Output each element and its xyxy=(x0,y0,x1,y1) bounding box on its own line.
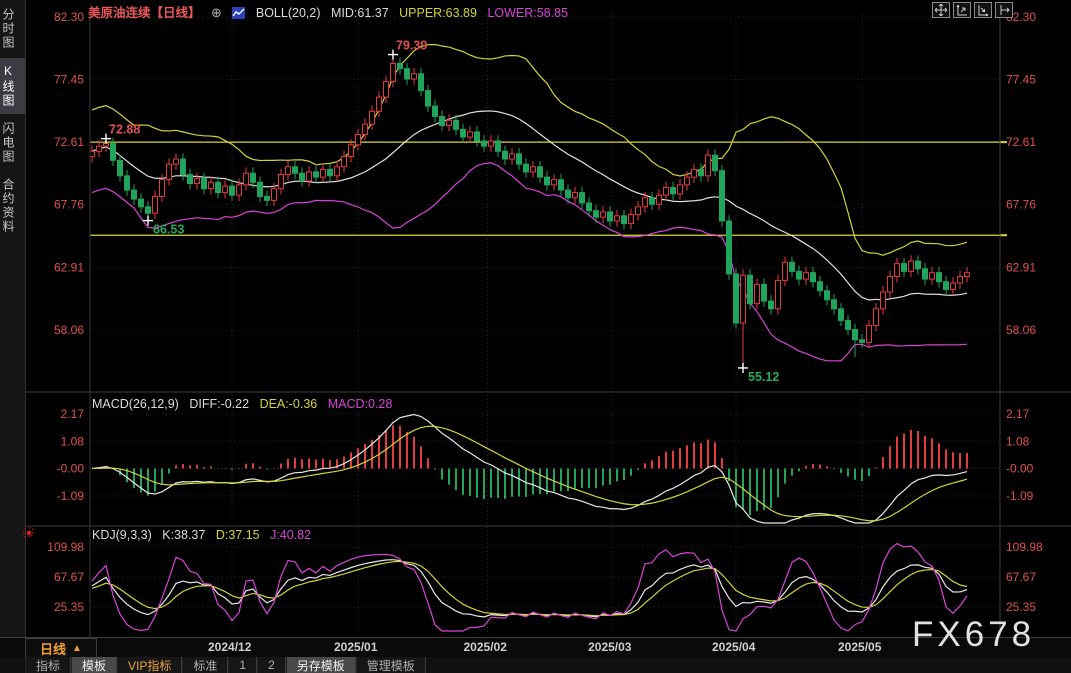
macd-dea-value: DEA:-0.36 xyxy=(260,397,318,411)
sidebar-item-contract-info[interactable]: 合约资料 xyxy=(0,172,25,240)
trading-terminal: 82.3082.3077.4577.4572.6172.6167.7667.76… xyxy=(0,0,1071,673)
svg-text:77.45: 77.45 xyxy=(1006,73,1036,87)
candles xyxy=(90,55,970,368)
bottom-toolbar: 指标模板VIP指标标准12另存模板管理模板 xyxy=(0,657,1071,673)
svg-text:1.08: 1.08 xyxy=(61,434,85,448)
sidebar-item-kline-chart[interactable]: K线图 xyxy=(0,58,25,114)
x-axis-label: 2025/03 xyxy=(588,640,631,654)
symbol-title[interactable]: 美原油连续【日线】 xyxy=(88,6,201,20)
svg-text:55.12: 55.12 xyxy=(748,370,779,384)
sidebar-item-lightning-chart[interactable]: 闪电图 xyxy=(0,116,25,170)
scale-y-axis-icon[interactable] xyxy=(953,2,971,18)
svg-text:62.91: 62.91 xyxy=(1006,260,1036,274)
bottom-tab-slot-1[interactable]: 1 xyxy=(228,657,257,673)
svg-text:72.61: 72.61 xyxy=(54,135,84,149)
x-axis-label: 2025/05 xyxy=(838,640,881,654)
indicator-marker-icon[interactable] xyxy=(23,526,35,538)
macd-series xyxy=(92,414,967,523)
svg-text:-1.09: -1.09 xyxy=(1006,489,1034,503)
macd-macd-value: MACD:0.28 xyxy=(328,397,393,411)
x-axis-label: 2024/12 xyxy=(208,640,251,654)
svg-text:1.08: 1.08 xyxy=(1006,434,1030,448)
kdj-d-value: D:37.15 xyxy=(216,528,260,542)
x-axis-label: 2025/02 xyxy=(464,640,507,654)
main-chart-header: 美原油连续【日线】 ⊕ BOLL(20,2) MID:61.37 UPPER:6… xyxy=(88,2,575,22)
svg-text:72.61: 72.61 xyxy=(1006,135,1036,149)
svg-text:77.45: 77.45 xyxy=(54,73,84,87)
period-caret-icon: ▲ xyxy=(72,643,82,654)
svg-text:79.39: 79.39 xyxy=(396,39,427,53)
macd-label: MACD(26,12,9) xyxy=(92,397,179,411)
sidebar: 分时图K线图闪电图合约资料 xyxy=(0,0,26,637)
kdj-j-value: J:40.82 xyxy=(270,528,311,542)
bottom-tab-vip-indicators[interactable]: VIP指标 xyxy=(117,657,182,673)
boll-mid-value: MID:61.37 xyxy=(331,6,389,20)
bottom-tab-manage-templates[interactable]: 管理模板 xyxy=(356,657,426,673)
svg-text:67.76: 67.76 xyxy=(54,198,84,212)
kdj-series xyxy=(92,544,967,631)
kdj-label: KDJ(9,3,3) xyxy=(92,528,152,542)
indicator-icon xyxy=(232,7,245,22)
svg-text:25.35: 25.35 xyxy=(1006,600,1036,614)
panel-separators xyxy=(25,15,1071,637)
boll-upper-value: UPPER:63.89 xyxy=(399,6,477,20)
bottom-tab-standard[interactable]: 标准 xyxy=(182,657,228,673)
pan-tool-icon[interactable] xyxy=(932,2,950,18)
watermark: FX678 xyxy=(912,615,1035,655)
svg-text:2.17: 2.17 xyxy=(1006,407,1030,421)
price-annotations: 72.88 66.53 79.39 55.12 xyxy=(101,39,779,384)
svg-text:-1.09: -1.09 xyxy=(57,489,85,503)
boll-label: BOLL(20,2) xyxy=(256,6,321,20)
chart-tool-icons xyxy=(932,2,1013,18)
svg-text:2.17: 2.17 xyxy=(61,407,85,421)
svg-text:66.53: 66.53 xyxy=(153,223,184,237)
bollinger-bands xyxy=(92,45,967,361)
period-label: 日线 xyxy=(40,639,66,658)
kdj-k-value: K:38.37 xyxy=(162,528,205,542)
svg-text:67.67: 67.67 xyxy=(54,570,84,584)
svg-text:109.98: 109.98 xyxy=(47,540,84,554)
kdj-header: KDJ(9,3,3) K:38.37 D:37.15 J:40.82 xyxy=(92,528,318,542)
macd-diff-value: DIFF:-0.22 xyxy=(189,397,249,411)
svg-text:67.76: 67.76 xyxy=(1006,198,1036,212)
boll-lower-value: LOWER:58.85 xyxy=(487,6,568,20)
svg-text:72.88: 72.88 xyxy=(109,123,140,137)
svg-text:62.91: 62.91 xyxy=(54,260,84,274)
bottom-tab-indicators[interactable]: 指标 xyxy=(25,657,71,673)
bottom-tab-slot-2[interactable]: 2 xyxy=(257,657,286,673)
svg-text:58.06: 58.06 xyxy=(54,323,84,337)
macd-panel: 2.17 2.17 1.08 1.08 -0.00 -0.00 -1.09 -1.09 xyxy=(57,407,1034,503)
svg-text:25.35: 25.35 xyxy=(54,600,84,614)
shift-right-icon[interactable] xyxy=(995,2,1013,18)
scale-x-axis-icon[interactable] xyxy=(974,2,992,18)
bottom-tab-templates[interactable]: 模板 xyxy=(71,657,117,673)
svg-text:-0.00: -0.00 xyxy=(1006,462,1034,476)
svg-text:67.67: 67.67 xyxy=(1006,570,1036,584)
kdj-panel: 109.98 109.98 67.67 67.67 25.35 25.35 xyxy=(47,540,1043,614)
x-axis-label: 2025/04 xyxy=(712,640,755,654)
macd-header: MACD(26,12,9) DIFF:-0.22 DEA:-0.36 MACD:… xyxy=(92,397,399,411)
period-selector[interactable]: 日线 ▲ xyxy=(25,638,97,658)
svg-text:-0.00: -0.00 xyxy=(57,462,85,476)
svg-text:58.06: 58.06 xyxy=(1006,323,1036,337)
sidebar-item-time-share-chart[interactable]: 分时图 xyxy=(0,2,25,56)
svg-text:109.98: 109.98 xyxy=(1006,540,1043,554)
add-overlay-icon[interactable]: ⊕ xyxy=(211,5,222,20)
bottom-tab-save-template-as[interactable]: 另存模板 xyxy=(286,657,356,673)
x-axis-label: 2025/01 xyxy=(334,640,377,654)
svg-text:82.30: 82.30 xyxy=(54,10,84,24)
